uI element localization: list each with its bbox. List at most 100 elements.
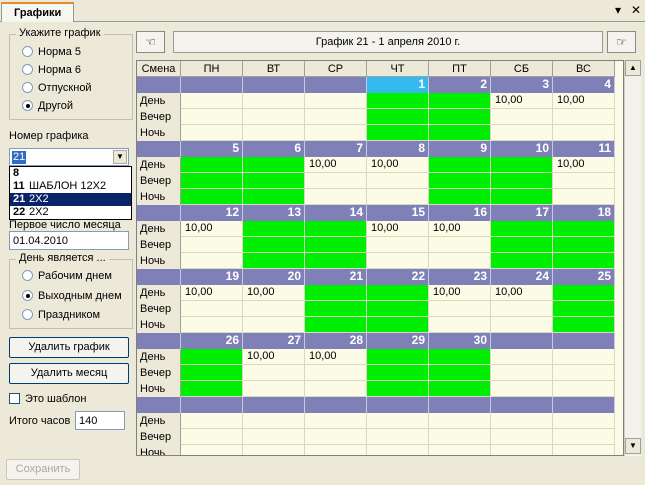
delete-month-button[interactable]: Удалить месяц — [9, 363, 129, 384]
shift-cell[interactable]: 10,00 — [367, 157, 429, 173]
shift-cell[interactable] — [553, 253, 615, 269]
shift-cell[interactable] — [553, 285, 615, 301]
shift-cell[interactable] — [429, 301, 491, 317]
shift-cell[interactable] — [429, 189, 491, 205]
radio-day-off[interactable]: Выходным днем — [22, 288, 122, 304]
day-header[interactable]: 4 — [553, 77, 615, 93]
day-header[interactable]: 9 — [429, 141, 491, 157]
shift-cell[interactable] — [429, 157, 491, 173]
shift-cell[interactable] — [491, 301, 553, 317]
day-header[interactable]: 21 — [305, 269, 367, 285]
shift-cell[interactable] — [305, 301, 367, 317]
day-header[interactable] — [305, 77, 367, 93]
shift-cell[interactable]: 10,00 — [243, 285, 305, 301]
shift-cell[interactable] — [367, 173, 429, 189]
day-header[interactable] — [491, 333, 553, 349]
shift-cell[interactable] — [553, 429, 615, 445]
total-hours-input[interactable]: 140 — [75, 411, 125, 430]
day-header[interactable] — [305, 397, 367, 413]
shift-cell[interactable] — [243, 445, 305, 455]
shift-cell[interactable] — [367, 381, 429, 397]
schedule-number-select[interactable]: 21 ▼ — [9, 148, 129, 166]
shift-cell[interactable] — [243, 221, 305, 237]
shift-cell[interactable] — [429, 365, 491, 381]
shift-cell[interactable] — [367, 237, 429, 253]
shift-cell[interactable] — [305, 237, 367, 253]
radio-holiday[interactable]: Праздником — [22, 307, 100, 323]
shift-cell[interactable] — [491, 365, 553, 381]
day-header[interactable]: 8 — [367, 141, 429, 157]
shift-cell[interactable] — [367, 429, 429, 445]
shift-cell[interactable] — [429, 237, 491, 253]
shift-cell[interactable] — [367, 301, 429, 317]
day-header[interactable]: 28 — [305, 333, 367, 349]
shift-cell[interactable]: 10,00 — [553, 157, 615, 173]
day-header[interactable] — [491, 397, 553, 413]
shift-cell[interactable]: 10,00 — [429, 285, 491, 301]
template-checkbox[interactable]: Это шаблон — [9, 393, 86, 405]
shift-cell[interactable] — [305, 285, 367, 301]
shift-cell[interactable] — [181, 93, 243, 109]
shift-cell[interactable] — [491, 317, 553, 333]
chevron-down-icon[interactable]: ▼ — [113, 150, 127, 164]
shift-cell[interactable] — [553, 381, 615, 397]
day-header[interactable]: 24 — [491, 269, 553, 285]
save-button[interactable]: Сохранить — [6, 459, 80, 480]
day-header[interactable]: 17 — [491, 205, 553, 221]
shift-cell[interactable] — [243, 189, 305, 205]
shift-cell[interactable]: 10,00 — [181, 285, 243, 301]
shift-cell[interactable] — [181, 317, 243, 333]
day-header[interactable] — [243, 77, 305, 93]
shift-cell[interactable] — [553, 445, 615, 455]
shift-cell[interactable]: 10,00 — [367, 221, 429, 237]
shift-cell[interactable] — [429, 173, 491, 189]
shift-cell[interactable] — [243, 381, 305, 397]
shift-cell[interactable] — [181, 349, 243, 365]
dropdown-option-selected[interactable]: 21 2Х2 — [10, 193, 131, 206]
checkbox-box[interactable] — [9, 393, 20, 404]
day-header[interactable]: 30 — [429, 333, 491, 349]
shift-cell[interactable] — [429, 109, 491, 125]
shift-cell[interactable] — [243, 173, 305, 189]
shift-cell[interactable] — [181, 381, 243, 397]
shift-cell[interactable] — [181, 125, 243, 141]
dropdown-option[interactable]: 22 2Х2 — [10, 206, 131, 219]
shift-cell[interactable] — [181, 445, 243, 455]
radio-circle[interactable] — [22, 64, 33, 75]
shift-cell[interactable] — [243, 413, 305, 429]
shift-cell[interactable]: 10,00 — [305, 349, 367, 365]
shift-cell[interactable] — [181, 157, 243, 173]
shift-cell[interactable]: 10,00 — [491, 285, 553, 301]
shift-cell[interactable] — [553, 413, 615, 429]
shift-cell[interactable] — [305, 221, 367, 237]
day-header[interactable]: 25 — [553, 269, 615, 285]
shift-cell[interactable] — [243, 93, 305, 109]
day-header[interactable] — [181, 77, 243, 93]
day-header[interactable] — [243, 397, 305, 413]
shift-cell[interactable] — [491, 237, 553, 253]
shift-cell[interactable] — [305, 381, 367, 397]
day-header[interactable]: 7 — [305, 141, 367, 157]
day-header[interactable] — [553, 333, 615, 349]
shift-cell[interactable] — [553, 173, 615, 189]
shift-cell[interactable] — [429, 349, 491, 365]
shift-cell[interactable] — [305, 109, 367, 125]
shift-cell[interactable] — [367, 285, 429, 301]
shift-cell[interactable] — [243, 125, 305, 141]
shift-cell[interactable] — [305, 429, 367, 445]
radio-circle[interactable] — [22, 309, 33, 320]
shift-cell[interactable] — [491, 125, 553, 141]
day-header[interactable]: 15 — [367, 205, 429, 221]
day-header[interactable] — [367, 397, 429, 413]
shift-cell[interactable] — [305, 445, 367, 455]
radio-norm6[interactable]: Норма 6 — [22, 62, 81, 78]
shift-cell[interactable] — [553, 301, 615, 317]
shift-cell[interactable] — [553, 349, 615, 365]
shift-cell[interactable]: 10,00 — [181, 221, 243, 237]
shift-cell[interactable] — [305, 189, 367, 205]
shift-cell[interactable] — [305, 317, 367, 333]
shift-cell[interactable] — [491, 109, 553, 125]
shift-cell[interactable] — [243, 253, 305, 269]
day-header[interactable]: 18 — [553, 205, 615, 221]
shift-cell[interactable] — [243, 157, 305, 173]
